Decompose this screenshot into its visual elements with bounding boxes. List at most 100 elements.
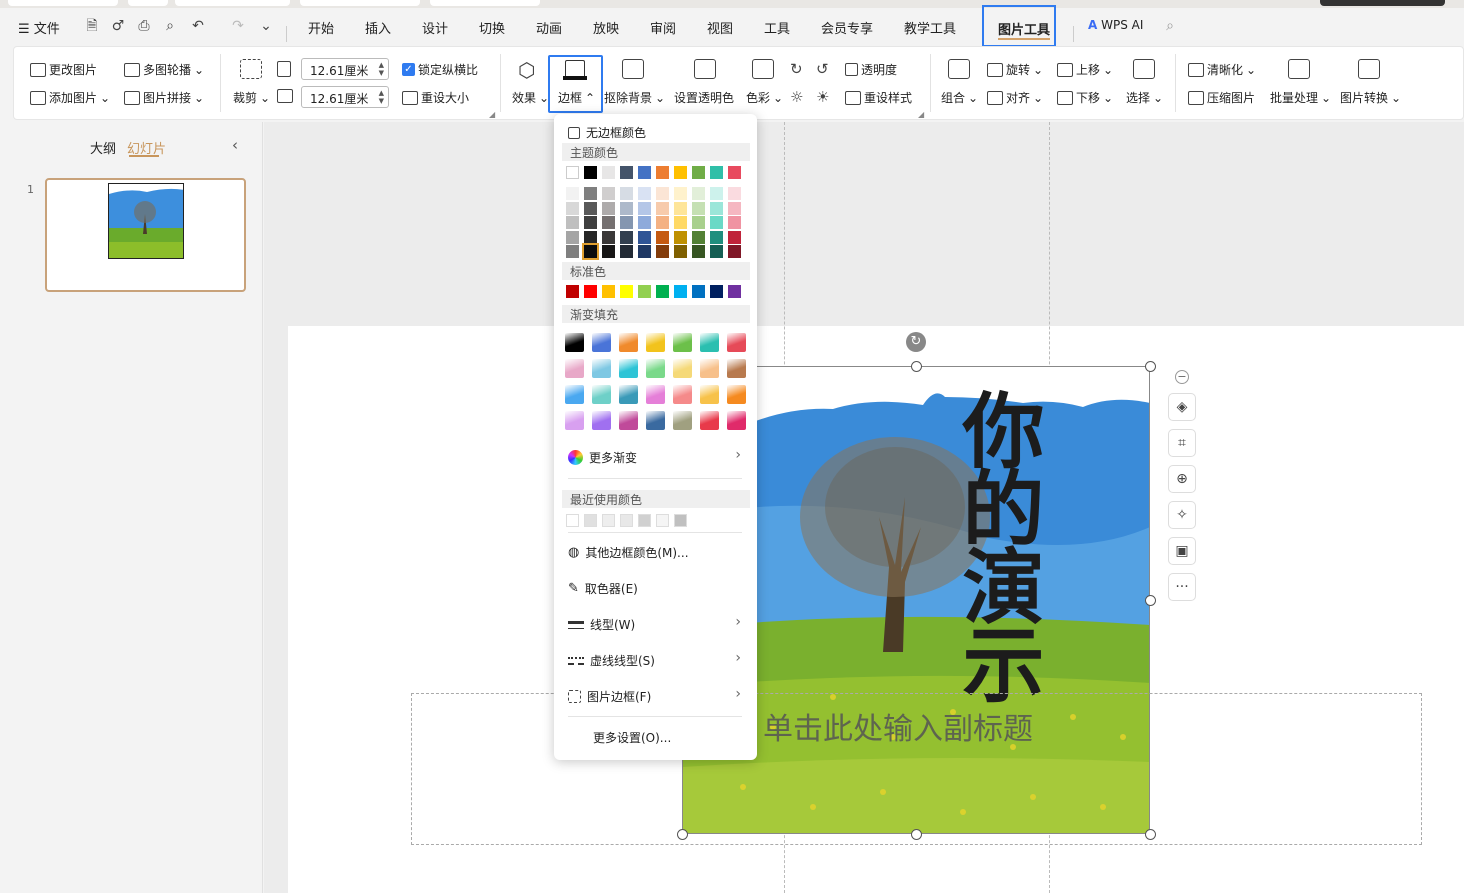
recent-color-swatch[interactable] [620, 514, 633, 527]
tab-slideshow[interactable]: 放映 [593, 18, 619, 37]
dialog-launcher-icon[interactable]: ◢ [489, 110, 495, 119]
theme-shade-swatch[interactable] [566, 201, 579, 215]
dialog-launcher-icon[interactable]: ◢ [918, 110, 924, 119]
gradient-swatch[interactable] [646, 333, 665, 352]
height-input[interactable]: 12.61厘米 ▲ ▼ [301, 86, 389, 108]
theme-shade-swatch[interactable] [638, 201, 651, 215]
print-icon[interactable]: ⎙ [136, 18, 152, 34]
theme-shade-swatch[interactable] [582, 243, 599, 260]
theme-shade-swatch[interactable] [728, 187, 741, 200]
theme-shade-swatch[interactable] [656, 187, 669, 200]
theme-shade-swatch[interactable] [692, 187, 705, 200]
doc-tab[interactable] [300, 0, 420, 6]
theme-shade-swatch[interactable] [638, 245, 651, 258]
theme-shade-swatch[interactable] [638, 187, 651, 200]
more-settings-option[interactable]: 更多设置(O)... [593, 729, 671, 746]
theme-shade-swatch[interactable] [656, 216, 669, 229]
theme-color-swatch[interactable] [710, 166, 723, 179]
standard-color-swatch[interactable] [584, 285, 597, 298]
share-icon[interactable]: ♂ [110, 18, 126, 34]
theme-shade-swatch[interactable] [728, 230, 741, 244]
gradient-swatch[interactable] [673, 411, 692, 430]
picture-replace-icon[interactable]: ▣ [1168, 537, 1196, 565]
tab-member[interactable]: 会员专享 [821, 18, 873, 37]
standard-color-swatch[interactable] [566, 285, 579, 298]
gradient-swatch[interactable] [700, 333, 719, 352]
theme-shade-swatch[interactable] [674, 201, 687, 215]
redo-icon[interactable]: ↷ [230, 18, 246, 34]
tab-teaching[interactable]: 教学工具 [904, 18, 956, 37]
change-picture-button[interactable]: 更改图片 [30, 61, 97, 78]
picture-border-option[interactable]: 图片边框(F) [568, 688, 651, 705]
theme-shade-swatch[interactable] [584, 216, 597, 229]
transparency-button[interactable]: 透明度 [845, 61, 897, 78]
theme-shade-swatch[interactable] [674, 230, 687, 244]
theme-shade-swatch[interactable] [584, 201, 597, 215]
rotate-button[interactable]: 旋转 ⌄ [987, 61, 1043, 78]
rotate-right-icon[interactable]: ↺ [816, 60, 829, 78]
resize-handle[interactable] [1145, 595, 1156, 606]
theme-shade-swatch[interactable] [566, 216, 579, 229]
vertical-title[interactable]: 你的演示 [948, 388, 1043, 700]
contrast-icon[interactable]: ☀ [816, 88, 829, 106]
gradient-swatch[interactable] [700, 359, 719, 378]
theme-shade-swatch[interactable] [602, 216, 615, 229]
other-border-color-option[interactable]: ◍ 其他边框颜色(M)... [568, 544, 689, 561]
standard-color-swatch[interactable] [620, 285, 633, 298]
move-up-button[interactable]: 上移 ⌄ [1057, 61, 1113, 78]
recent-color-swatch[interactable] [584, 514, 597, 527]
theme-shade-swatch[interactable] [728, 216, 741, 229]
theme-shade-swatch[interactable] [656, 201, 669, 215]
standard-color-swatch[interactable] [710, 285, 723, 298]
theme-shade-swatch[interactable] [710, 245, 723, 258]
recent-color-swatch[interactable] [656, 514, 669, 527]
tab-view[interactable]: 视图 [707, 18, 733, 37]
theme-shade-swatch[interactable] [674, 187, 687, 200]
more-icon[interactable]: ··· [1168, 573, 1196, 601]
gradient-swatch[interactable] [619, 333, 638, 352]
print-preview-icon[interactable]: ⌕ [162, 18, 178, 34]
spinner-icon[interactable]: ▲ ▼ [379, 89, 384, 105]
collapse-panel-icon[interactable]: ‹ [232, 136, 238, 154]
zoom-in-icon[interactable]: ⊕ [1168, 465, 1196, 493]
recent-color-swatch[interactable] [674, 514, 687, 527]
picture-splice-button[interactable]: 图片拼接 ⌄ [124, 89, 204, 106]
eyedropper-option[interactable]: ✎ 取色器(E) [568, 580, 638, 597]
rotate-left-icon[interactable]: ↻ [790, 60, 803, 78]
tab-picture-tools[interactable]: 图片工具 [998, 19, 1050, 38]
theme-color-swatch[interactable] [692, 166, 705, 179]
gradient-swatch[interactable] [565, 333, 584, 352]
tab-outline[interactable]: 大纲 [90, 138, 116, 157]
theme-shade-swatch[interactable] [728, 245, 741, 258]
dash-type-option[interactable]: 虚线线型(S) [568, 652, 655, 669]
reset-style-button[interactable]: 重设样式 [845, 89, 912, 106]
align-button[interactable]: 对齐 ⌄ [987, 89, 1043, 106]
magic-icon[interactable]: ✧ [1168, 501, 1196, 529]
theme-color-swatch[interactable] [620, 166, 633, 179]
crop-button[interactable]: 裁剪 ⌄ [233, 89, 270, 106]
doc-tab[interactable] [128, 0, 168, 6]
theme-color-swatch[interactable] [602, 166, 615, 179]
tab-insert[interactable]: 插入 [365, 18, 391, 37]
theme-color-swatch[interactable] [674, 166, 687, 179]
theme-color-swatch[interactable] [566, 166, 579, 179]
doc-tab[interactable] [1320, 0, 1445, 6]
doc-tab[interactable] [8, 0, 118, 6]
standard-color-swatch[interactable] [638, 285, 651, 298]
search-icon[interactable]: ⌕ [1162, 18, 1178, 34]
theme-color-swatch[interactable] [638, 166, 651, 179]
gradient-swatch[interactable] [565, 385, 584, 404]
lock-ratio-checkbox[interactable]: ✓ 锁定纵横比 [402, 61, 478, 78]
standard-color-swatch[interactable] [656, 285, 669, 298]
theme-shade-swatch[interactable] [728, 201, 741, 215]
tab-design[interactable]: 设计 [422, 18, 448, 37]
theme-shade-swatch[interactable] [602, 230, 615, 244]
theme-shade-swatch[interactable] [620, 216, 633, 229]
set-transparent-color-button[interactable]: 设置透明色 [674, 89, 734, 106]
theme-shade-swatch[interactable] [638, 230, 651, 244]
crop-icon[interactable]: ⌗ [1168, 429, 1196, 457]
color-button[interactable]: 色彩 ⌄ [746, 89, 783, 106]
gradient-swatch[interactable] [646, 385, 665, 404]
brightness-icon[interactable]: ☼ [790, 88, 803, 106]
border-button[interactable]: 边框 ⌃ [558, 89, 595, 106]
